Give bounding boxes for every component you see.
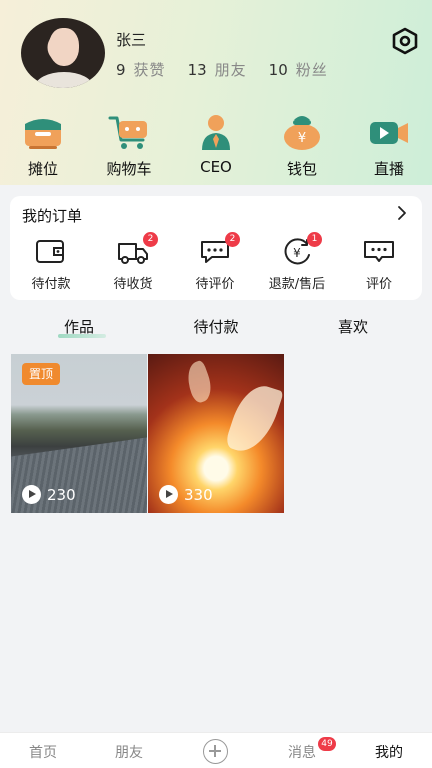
play-count: 230 <box>22 485 76 504</box>
quick-action-ceo-label: CEO <box>200 158 232 176</box>
order-refund[interactable]: ¥ 1 退款/售后 <box>256 232 338 292</box>
stat-fans-count: 10 <box>268 61 288 79</box>
order-pending-review[interactable]: 2 待评价 <box>174 232 256 292</box>
tab-pending-payment[interactable]: 待付款 <box>176 316 256 337</box>
tab-likes[interactable]: 喜欢 <box>313 316 393 337</box>
play-count-value: 330 <box>184 485 213 504</box>
comment-icon <box>362 238 396 266</box>
nav-me[interactable]: 我的 <box>359 742 419 762</box>
stat-fans-label: 粉丝 <box>295 61 328 79</box>
chat-bubble-icon: 2 <box>198 232 240 266</box>
quick-actions: 摊位 购物车 CEO ¥ 钱包 直播 <box>0 112 432 182</box>
order-reviews-label: 评价 <box>365 277 392 292</box>
work-item[interactable]: 置顶 230 <box>11 354 147 513</box>
quick-action-wallet[interactable]: ¥ 钱包 <box>259 112 345 179</box>
quick-action-cart-label: 购物车 <box>106 160 152 178</box>
pinned-badge: 置顶 <box>22 363 60 385</box>
svg-text:¥: ¥ <box>298 131 306 146</box>
live-icon <box>367 112 411 152</box>
play-count-value: 230 <box>47 485 76 504</box>
my-orders-card: 我的订单 待付款 2 待收货 2 待评价 ¥ 1 退款/售后 评价 <box>10 196 422 300</box>
order-pending-receipt-label: 待收货 <box>113 277 153 292</box>
stat-friends-label: 朋友 <box>214 61 247 79</box>
stat-likes[interactable]: 9 获赞 <box>116 59 166 80</box>
create-plus-icon[interactable] <box>203 739 228 764</box>
order-refund-badge: 1 <box>307 232 322 247</box>
stat-likes-count: 9 <box>116 61 126 79</box>
play-icon <box>159 485 178 504</box>
tab-active-indicator <box>58 334 106 338</box>
quick-action-cart[interactable]: 购物车 <box>86 112 172 179</box>
quick-action-stall-label: 摊位 <box>27 160 58 178</box>
work-item[interactable]: 330 <box>148 354 284 513</box>
stat-friends[interactable]: 13 朋友 <box>188 59 247 80</box>
wallet-icon: ¥ <box>280 112 324 152</box>
stall-icon <box>21 112 65 152</box>
settings-hex-icon[interactable] <box>391 27 419 55</box>
truck-icon: 2 <box>116 232 158 266</box>
avatar-face <box>49 28 79 66</box>
nav-friends[interactable]: 朋友 <box>99 742 159 762</box>
my-orders-title: 我的订单 <box>22 207 83 225</box>
quick-action-ceo[interactable]: CEO <box>173 112 259 176</box>
order-pending-payment-label: 待付款 <box>31 277 71 292</box>
stat-friends-count: 13 <box>187 61 207 79</box>
order-pending-review-badge: 2 <box>225 232 240 247</box>
chevron-right-icon[interactable] <box>392 203 412 223</box>
quick-action-stall[interactable]: 摊位 <box>0 112 86 179</box>
play-count: 330 <box>159 485 213 504</box>
messages-badge: 49 <box>318 737 336 751</box>
order-pending-review-label: 待评价 <box>195 277 235 292</box>
shopping-cart-icon <box>107 112 151 152</box>
profile-tabs: 作品 待付款 喜欢 <box>0 312 432 344</box>
quick-action-live-label: 直播 <box>373 160 404 178</box>
order-reviews[interactable]: 评价 <box>338 238 420 292</box>
order-pending-receipt-badge: 2 <box>143 232 158 247</box>
quick-action-live[interactable]: 直播 <box>346 112 432 179</box>
order-refund-label: 退款/售后 <box>268 277 326 292</box>
nav-home[interactable]: 首页 <box>13 742 73 762</box>
username[interactable]: 张三 <box>116 29 146 50</box>
wallet-outline-icon <box>34 238 68 266</box>
avatar[interactable] <box>21 18 105 88</box>
ceo-icon <box>194 112 238 152</box>
avatar-shirt <box>35 72 93 88</box>
bottom-navigation: 首页 朋友 消息 我的 <box>0 732 432 768</box>
refund-icon: ¥ 1 <box>280 232 322 266</box>
play-icon <box>22 485 41 504</box>
quick-action-wallet-label: 钱包 <box>286 160 317 178</box>
order-pending-receipt[interactable]: 2 待收货 <box>92 232 174 292</box>
order-pending-payment[interactable]: 待付款 <box>10 238 92 292</box>
profile-stats: 9 获赞 13 朋友 10 粉丝 <box>116 59 328 80</box>
stat-fans[interactable]: 10 粉丝 <box>269 59 328 80</box>
svg-text:¥: ¥ <box>293 246 301 260</box>
stat-likes-label: 获赞 <box>133 61 166 79</box>
